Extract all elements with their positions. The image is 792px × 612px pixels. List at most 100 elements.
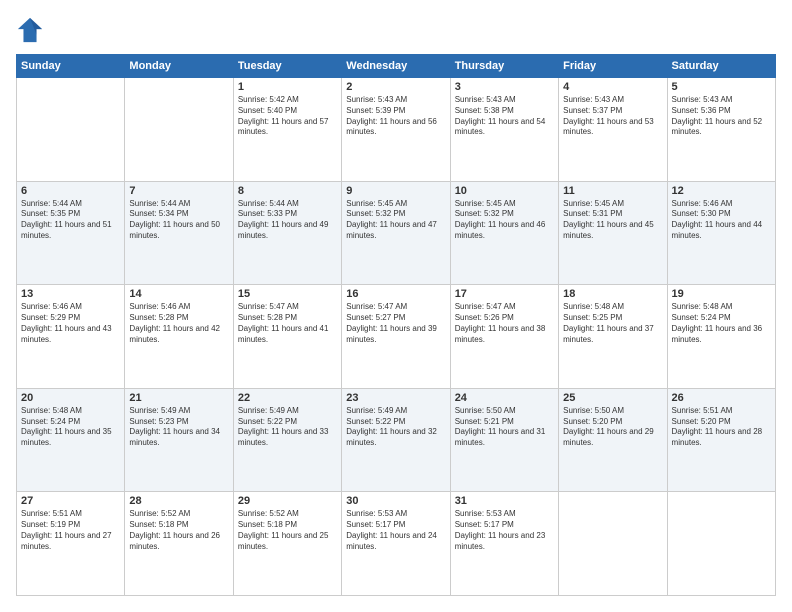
logo: [16, 16, 48, 44]
calendar-cell: [559, 492, 667, 596]
day-number: 5: [672, 81, 771, 93]
calendar-cell: 17Sunrise: 5:47 AM Sunset: 5:26 PM Dayli…: [450, 285, 558, 389]
day-info: Sunrise: 5:46 AM Sunset: 5:30 PM Dayligh…: [672, 199, 771, 242]
day-number: 10: [455, 185, 554, 197]
calendar-cell: 9 Sunrise: 5:45 AM Sunset: 5:32 PM Daylig…: [342, 181, 450, 285]
calendar-body: 1 Sunrise: 5:42 AM Sunset: 5:40 PM Daylig…: [17, 78, 776, 596]
header: [16, 16, 776, 44]
calendar-week-0: 1 Sunrise: 5:42 AM Sunset: 5:40 PM Daylig…: [17, 78, 776, 182]
day-number: 27: [21, 495, 120, 507]
calendar-cell: 6 Sunrise: 5:44 AM Sunset: 5:35 PM Daylig…: [17, 181, 125, 285]
page: Sunday Monday Tuesday Wednesday Thursday…: [0, 0, 792, 612]
calendar-cell: 3 Sunrise: 5:43 AM Sunset: 5:38 PM Daylig…: [450, 78, 558, 182]
day-number: 7: [129, 185, 228, 197]
calendar-week-1: 6 Sunrise: 5:44 AM Sunset: 5:35 PM Daylig…: [17, 181, 776, 285]
calendar-cell: 27Sunrise: 5:51 AM Sunset: 5:19 PM Dayli…: [17, 492, 125, 596]
day-number: 28: [129, 495, 228, 507]
day-number: 21: [129, 392, 228, 404]
day-info: Sunrise: 5:44 AM Sunset: 5:35 PM Dayligh…: [21, 199, 120, 242]
calendar-cell: 2 Sunrise: 5:43 AM Sunset: 5:39 PM Daylig…: [342, 78, 450, 182]
day-number: 4: [563, 81, 662, 93]
day-info: Sunrise: 5:43 AM Sunset: 5:36 PM Dayligh…: [672, 95, 771, 138]
calendar-cell: 25 Sunrise: 5:50 AM Sunset: 5:20 PM Dayli…: [559, 388, 667, 492]
day-number: 1: [238, 81, 337, 93]
calendar-cell: 30 Sunrise: 5:53 AM Sunset: 5:17 PM Dayli…: [342, 492, 450, 596]
calendar-cell: 1 Sunrise: 5:42 AM Sunset: 5:40 PM Daylig…: [233, 78, 341, 182]
header-thursday: Thursday: [450, 55, 558, 78]
calendar-cell: [17, 78, 125, 182]
calendar-cell: 24Sunrise: 5:50 AM Sunset: 5:21 PM Dayli…: [450, 388, 558, 492]
day-info: Sunrise: 5:50 AM Sunset: 5:20 PM Dayligh…: [563, 406, 662, 449]
day-number: 14: [129, 288, 228, 300]
day-info: Sunrise: 5:43 AM Sunset: 5:37 PM Dayligh…: [563, 95, 662, 138]
calendar-cell: 4 Sunrise: 5:43 AM Sunset: 5:37 PM Daylig…: [559, 78, 667, 182]
header-row: Sunday Monday Tuesday Wednesday Thursday…: [17, 55, 776, 78]
day-number: 13: [21, 288, 120, 300]
calendar-cell: 11 Sunrise: 5:45 AM Sunset: 5:31 PM Dayli…: [559, 181, 667, 285]
calendar-cell: [667, 492, 775, 596]
day-info: Sunrise: 5:50 AM Sunset: 5:21 PM Dayligh…: [455, 406, 554, 449]
calendar-cell: 13 Sunrise: 5:46 AM Sunset: 5:29 PM Dayli…: [17, 285, 125, 389]
calendar-cell: 28 Sunrise: 5:52 AM Sunset: 5:18 PM Dayli…: [125, 492, 233, 596]
calendar-week-2: 13 Sunrise: 5:46 AM Sunset: 5:29 PM Dayli…: [17, 285, 776, 389]
calendar-cell: 21 Sunrise: 5:49 AM Sunset: 5:23 PM Dayli…: [125, 388, 233, 492]
day-number: 30: [346, 495, 445, 507]
day-number: 15: [238, 288, 337, 300]
day-info: Sunrise: 5:48 AM Sunset: 5:24 PM Dayligh…: [21, 406, 120, 449]
calendar-cell: 22 Sunrise: 5:49 AM Sunset: 5:22 PM Dayli…: [233, 388, 341, 492]
header-monday: Monday: [125, 55, 233, 78]
calendar-cell: [125, 78, 233, 182]
calendar-header: Sunday Monday Tuesday Wednesday Thursday…: [17, 55, 776, 78]
calendar-week-3: 20Sunrise: 5:48 AM Sunset: 5:24 PM Dayli…: [17, 388, 776, 492]
calendar-cell: 20Sunrise: 5:48 AM Sunset: 5:24 PM Dayli…: [17, 388, 125, 492]
calendar-cell: 26Sunrise: 5:51 AM Sunset: 5:20 PM Dayli…: [667, 388, 775, 492]
day-info: Sunrise: 5:52 AM Sunset: 5:18 PM Dayligh…: [129, 509, 228, 552]
day-info: Sunrise: 5:48 AM Sunset: 5:25 PM Dayligh…: [563, 302, 662, 345]
day-number: 18: [563, 288, 662, 300]
calendar-cell: 19 Sunrise: 5:48 AM Sunset: 5:24 PM Dayli…: [667, 285, 775, 389]
calendar-cell: 15 Sunrise: 5:47 AM Sunset: 5:28 PM Dayli…: [233, 285, 341, 389]
day-info: Sunrise: 5:45 AM Sunset: 5:32 PM Dayligh…: [346, 199, 445, 242]
day-info: Sunrise: 5:49 AM Sunset: 5:23 PM Dayligh…: [129, 406, 228, 449]
day-info: Sunrise: 5:46 AM Sunset: 5:29 PM Dayligh…: [21, 302, 120, 345]
day-number: 9: [346, 185, 445, 197]
day-info: Sunrise: 5:42 AM Sunset: 5:40 PM Dayligh…: [238, 95, 337, 138]
day-info: Sunrise: 5:53 AM Sunset: 5:17 PM Dayligh…: [455, 509, 554, 552]
day-info: Sunrise: 5:46 AM Sunset: 5:28 PM Dayligh…: [129, 302, 228, 345]
calendar: Sunday Monday Tuesday Wednesday Thursday…: [16, 54, 776, 596]
day-info: Sunrise: 5:43 AM Sunset: 5:38 PM Dayligh…: [455, 95, 554, 138]
calendar-cell: 16Sunrise: 5:47 AM Sunset: 5:27 PM Dayli…: [342, 285, 450, 389]
calendar-cell: 29 Sunrise: 5:52 AM Sunset: 5:18 PM Dayli…: [233, 492, 341, 596]
day-number: 2: [346, 81, 445, 93]
day-number: 6: [21, 185, 120, 197]
calendar-cell: 7 Sunrise: 5:44 AM Sunset: 5:34 PM Daylig…: [125, 181, 233, 285]
day-number: 3: [455, 81, 554, 93]
calendar-cell: 5 Sunrise: 5:43 AM Sunset: 5:36 PM Daylig…: [667, 78, 775, 182]
day-info: Sunrise: 5:44 AM Sunset: 5:33 PM Dayligh…: [238, 199, 337, 242]
day-info: Sunrise: 5:45 AM Sunset: 5:31 PM Dayligh…: [563, 199, 662, 242]
header-wednesday: Wednesday: [342, 55, 450, 78]
day-number: 17: [455, 288, 554, 300]
day-number: 19: [672, 288, 771, 300]
calendar-cell: 14 Sunrise: 5:46 AM Sunset: 5:28 PM Dayli…: [125, 285, 233, 389]
day-number: 16: [346, 288, 445, 300]
calendar-cell: 18 Sunrise: 5:48 AM Sunset: 5:25 PM Dayli…: [559, 285, 667, 389]
day-number: 8: [238, 185, 337, 197]
day-number: 29: [238, 495, 337, 507]
calendar-cell: 23Sunrise: 5:49 AM Sunset: 5:22 PM Dayli…: [342, 388, 450, 492]
day-info: Sunrise: 5:47 AM Sunset: 5:28 PM Dayligh…: [238, 302, 337, 345]
day-info: Sunrise: 5:52 AM Sunset: 5:18 PM Dayligh…: [238, 509, 337, 552]
calendar-cell: 8 Sunrise: 5:44 AM Sunset: 5:33 PM Daylig…: [233, 181, 341, 285]
day-number: 25: [563, 392, 662, 404]
day-number: 22: [238, 392, 337, 404]
day-info: Sunrise: 5:49 AM Sunset: 5:22 PM Dayligh…: [238, 406, 337, 449]
day-number: 31: [455, 495, 554, 507]
day-info: Sunrise: 5:43 AM Sunset: 5:39 PM Dayligh…: [346, 95, 445, 138]
day-number: 26: [672, 392, 771, 404]
day-info: Sunrise: 5:48 AM Sunset: 5:24 PM Dayligh…: [672, 302, 771, 345]
calendar-table: Sunday Monday Tuesday Wednesday Thursday…: [16, 54, 776, 596]
logo-icon: [16, 16, 44, 44]
day-info: Sunrise: 5:44 AM Sunset: 5:34 PM Dayligh…: [129, 199, 228, 242]
day-number: 11: [563, 185, 662, 197]
day-info: Sunrise: 5:53 AM Sunset: 5:17 PM Dayligh…: [346, 509, 445, 552]
